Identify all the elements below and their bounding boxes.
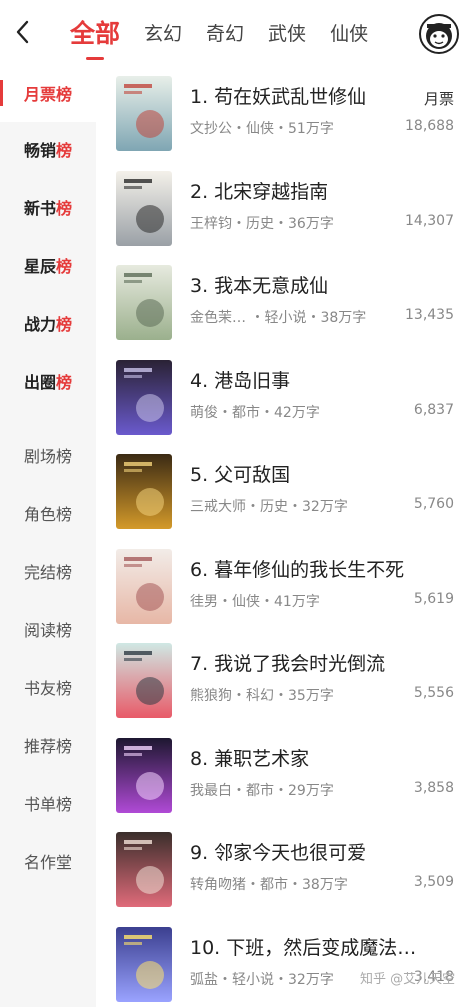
book-row[interactable]: 9. 邻家今天也很可爱转角吻猪・都市・38万字 3,509 [96,826,474,920]
sidebar-item-label: 角色榜 [23,505,72,524]
book-row[interactable]: 1. 苟在妖武乱世修仙文抄公・仙侠・51万字 18,688 [96,70,474,164]
book-meta: 转角吻猪・都市・38万字 [190,877,348,893]
book-cover-image [116,359,172,435]
sidebar-item[interactable]: 畅销榜 [0,120,96,178]
book-title: 1. 苟在妖武乱世修仙 [190,86,367,108]
book-row[interactable]: 10. 下班，然后变成魔法… 弧盐・轻小说・32万字 3,418 [96,921,474,1007]
sidebar-item-label: 阅读榜 [23,621,72,640]
monthly-ticket-count: 6,837 [413,401,454,418]
sidebar-item-suffix: 榜 [56,141,73,160]
monthly-ticket-count: 5,619 [413,590,454,607]
monthly-ticket-count: 3,509 [413,874,454,890]
sidebar-item-label: 战力 [23,315,56,334]
book-meta: 熊狼狗・科幻・35万字 [190,688,334,704]
book-title: 9. 邻家今天也很可爱 [190,842,367,864]
book-meta: 金色茉… ・轻小说・38万字 [190,310,367,326]
sidebar-item[interactable]: 推荐榜 [0,716,96,774]
sidebar-item[interactable]: 月票榜 [0,64,96,122]
category-tabs: 全部 玄幻 奇幻 武侠 仙侠 [70,0,392,64]
monthly-ticket-count: 18,688 [405,118,454,134]
book-meta: 我最白・都市・29万字 [190,782,334,799]
ranking-sidebar: 月票榜畅销榜新书榜星辰榜战力榜出圈榜剧场榜 角色榜 完结榜 阅读榜 书友榜 推荐榜 书单榜名… [0,64,96,1007]
tab-xuanhuan[interactable]: 玄幻 [144,19,182,46]
book-list: 月票 1. 苟在妖武乱世修仙 文抄公・仙侠・51万字 18,688 2. 北宋穿越指南… [96,64,474,1007]
book-cover-image [116,454,172,529]
book-row[interactable]: 3. 我本无意成仙金色茉… ・轻小说・38万字 13,435 [96,259,474,353]
sidebar-item-label: 畅销 [23,141,56,160]
book-title: 8. 兼职艺术家 [190,747,310,770]
book-row[interactable]: 2. 北宋穿越指南王梓钧・历史・36万字 14,307 [96,165,474,259]
book-row[interactable]: 4. 港岛旧事萌俊・都市・42万字 6,837 [96,354,474,448]
book-meta: 三戒大师・历史・32万字 [190,499,348,515]
book-title: 3. 我本无意成仙 [190,275,329,297]
sidebar-item[interactable]: 名作堂 [0,832,96,890]
chevron-left-icon [16,20,29,44]
sidebar-item-suffix: 榜 [56,315,73,334]
book-meta: 徍男・仙侠・41万字 [190,593,320,610]
sidebar-item-suffix: 榜 [56,199,73,218]
book-meta: 弧盐・轻小说・32万字 [190,971,334,988]
monkey-avatar-icon [426,23,452,49]
sidebar-item-label: 月票 [23,85,56,104]
watermark: 知乎 @艾儿天空 [360,972,456,987]
book-cover-image [116,832,172,907]
tab-xianxia[interactable]: 仙侠 [330,19,368,46]
monthly-ticket-count: 3,858 [413,779,454,796]
tab-all[interactable]: 全部 [70,14,120,50]
sidebar-item-suffix: 榜 [56,257,73,276]
sidebar-item[interactable]: 出圈榜 [0,352,96,410]
book-cover-image [116,265,172,340]
sidebar-item-label: 新书 [23,199,56,218]
monthly-ticket-count: 5,556 [413,685,454,701]
sidebar-item[interactable]: 完结榜 [0,542,96,600]
book-meta: 王梓钧・历史・36万字 [190,215,334,232]
avatar[interactable] [419,14,459,54]
book-meta: 文抄公・仙侠・51万字 [190,121,334,137]
book-title: 6. 暮年修仙的我长生不死 [190,558,405,581]
book-cover-image [116,76,172,151]
book-cover-image [116,737,172,813]
book-row[interactable]: 5. 父可敌国三戒大师・历史・32万字 5,760 [96,448,474,542]
top-bar: 全部 玄幻 奇幻 武侠 仙侠 [0,0,474,64]
sidebar-item[interactable]: 书单榜 [0,774,96,832]
sidebar-item-label: 名作堂 [23,853,72,872]
sidebar-item[interactable]: 角色榜 [0,484,96,542]
book-title: 2. 北宋穿越指南 [190,180,329,203]
monthly-ticket-count: 13,435 [405,307,454,323]
monthly-ticket-count: 14,307 [405,212,454,229]
sidebar-item[interactable]: 星辰榜 [0,236,96,294]
sidebar-item-suffix: 榜 [56,85,73,104]
book-cover-image [116,926,172,1002]
sidebar-item-label: 书友榜 [23,679,72,698]
book-row[interactable]: 7. 我说了我会时光倒流熊狼狗・科幻・35万字 5,556 [96,637,474,731]
book-title: 4. 港岛旧事 [190,369,291,392]
book-cover-image [116,170,172,246]
sidebar-item-label: 推荐榜 [23,737,72,756]
tab-wuxia[interactable]: 武侠 [268,19,306,46]
sidebar-item-label: 书单榜 [23,795,72,814]
monthly-ticket-count: 5,760 [413,496,454,512]
back-button[interactable] [8,14,38,50]
sidebar-item[interactable]: 新书榜 [0,178,96,236]
book-cover-image [116,643,172,718]
sidebar-item-label: 剧场榜 [23,447,72,466]
book-meta: 萌俊・都市・42万字 [190,404,320,421]
book-row[interactable]: 8. 兼职艺术家我最白・都市・29万字 3,858 [96,732,474,826]
sidebar-item[interactable]: 战力榜 [0,294,96,352]
tab-qihuan[interactable]: 奇幻 [206,19,244,46]
sidebar-item-label: 出圈 [23,373,56,392]
sidebar-item[interactable]: 书友榜 [0,658,96,716]
book-title: 7. 我说了我会时光倒流 [190,653,386,675]
book-title: 5. 父可敌国 [190,464,291,486]
sidebar-item[interactable]: 阅读榜 [0,600,96,658]
book-cover-image [116,548,172,624]
sidebar-item-suffix: 榜 [56,373,73,392]
sidebar-item-label: 完结榜 [23,563,72,582]
sidebar-item[interactable]: 剧场榜 [0,426,96,484]
book-row[interactable]: 6. 暮年修仙的我长生不死徍男・仙侠・41万字 5,619 [96,543,474,637]
book-title: 10. 下班，然后变成魔法… [190,936,417,959]
sidebar-item-label: 星辰 [23,257,56,276]
